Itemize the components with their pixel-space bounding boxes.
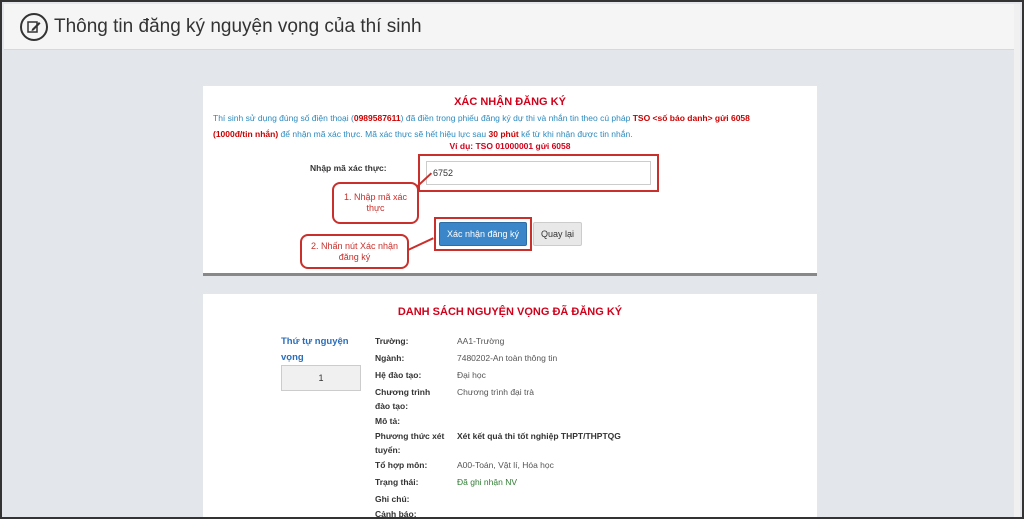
info-text: kể từ khi nhận được tin nhắn. [518, 129, 633, 139]
callout-step-2: 2. Nhấn nút Xác nhận đăng ký [300, 234, 409, 269]
row-value: AA1-Trường [457, 336, 505, 346]
sms-syntax: TSO <số báo danh> gửi 6058 [632, 113, 750, 123]
row-label: Hệ đào tạo: [375, 370, 422, 380]
confirm-card: XÁC NHẬN ĐĂNG KÝ Thí sinh sử dụng đúng s… [203, 86, 817, 276]
row-value: Chương trình đại trà [457, 387, 534, 397]
row-label: Ghi chú: [375, 494, 410, 504]
confirm-title: XÁC NHẬN ĐĂNG KÝ [454, 96, 566, 108]
phone-number: 0989587611 [353, 113, 401, 123]
row-label: Phương thức xét tuyển: [375, 431, 445, 455]
row-label: Trường: [375, 336, 409, 346]
code-highlight-box [418, 154, 659, 192]
info-text: để nhận mã xác thực. Mã xác thực sẽ hết … [278, 129, 489, 139]
row-value: Đại học [457, 370, 486, 380]
scrollbar[interactable] [1014, 4, 1020, 517]
confirm-instructions: Thí sinh sử dụng đúng số điện thoại (098… [213, 110, 803, 142]
registered-list-card: DANH SÁCH NGUYỆN VỌNG ĐÃ ĐĂNG KÝ Thứ tự … [203, 294, 817, 519]
confirm-highlight-box: Xác nhận đăng ký [434, 217, 532, 251]
validity-time: 30 phút [488, 129, 519, 139]
screenshot-frame: Thông tin đăng ký nguyện vọng của thí si… [0, 0, 1024, 519]
confirm-registration-button[interactable]: Xác nhận đăng ký [439, 222, 527, 246]
row-label: Ngành: [375, 353, 405, 363]
verification-code-input[interactable] [426, 161, 651, 185]
page-title: Thông tin đăng ký nguyện vọng của thí si… [54, 15, 422, 37]
callout-step-1: 1. Nhập mã xác thực [332, 182, 419, 224]
info-text: Thí sinh sử dụng đúng số điện thoại ( [213, 113, 354, 123]
sms-example: Ví dụ: TSO 01000001 gửi 6058 [449, 141, 571, 151]
list-title: DANH SÁCH NGUYỆN VỌNG ĐÃ ĐĂNG KÝ [397, 306, 623, 318]
row-value: A00-Toán, Vật lí, Hóa học [457, 460, 554, 470]
back-button[interactable]: Quay lại [533, 222, 582, 246]
info-text: ) đã điền trong phiếu đăng ký dự thi và … [400, 113, 633, 123]
order-label: Thứ tự nguyện vọng [281, 336, 349, 363]
code-label: Nhập mã xác thực: [310, 163, 387, 173]
row-label: Mô tả: [375, 416, 401, 426]
edit-icon [20, 12, 48, 41]
row-value: 7480202-An toàn thông tin [457, 353, 558, 363]
row-label: Trạng thái: [375, 477, 419, 487]
row-value: Xét kết quả thi tốt nghiệp THPT/THPTQG [457, 431, 621, 441]
order-value: 1 [281, 365, 361, 391]
status-value: Đã ghi nhận NV [457, 477, 518, 487]
row-label: Tổ hợp môn: [375, 460, 428, 470]
row-label: Cảnh báo: [375, 509, 417, 519]
page-header: Thông tin đăng ký nguyện vọng của thí si… [4, 4, 1018, 50]
sms-fee: (1000đ/tin nhắn) [213, 129, 279, 139]
row-label: Chương trình đào tạo: [375, 387, 431, 411]
